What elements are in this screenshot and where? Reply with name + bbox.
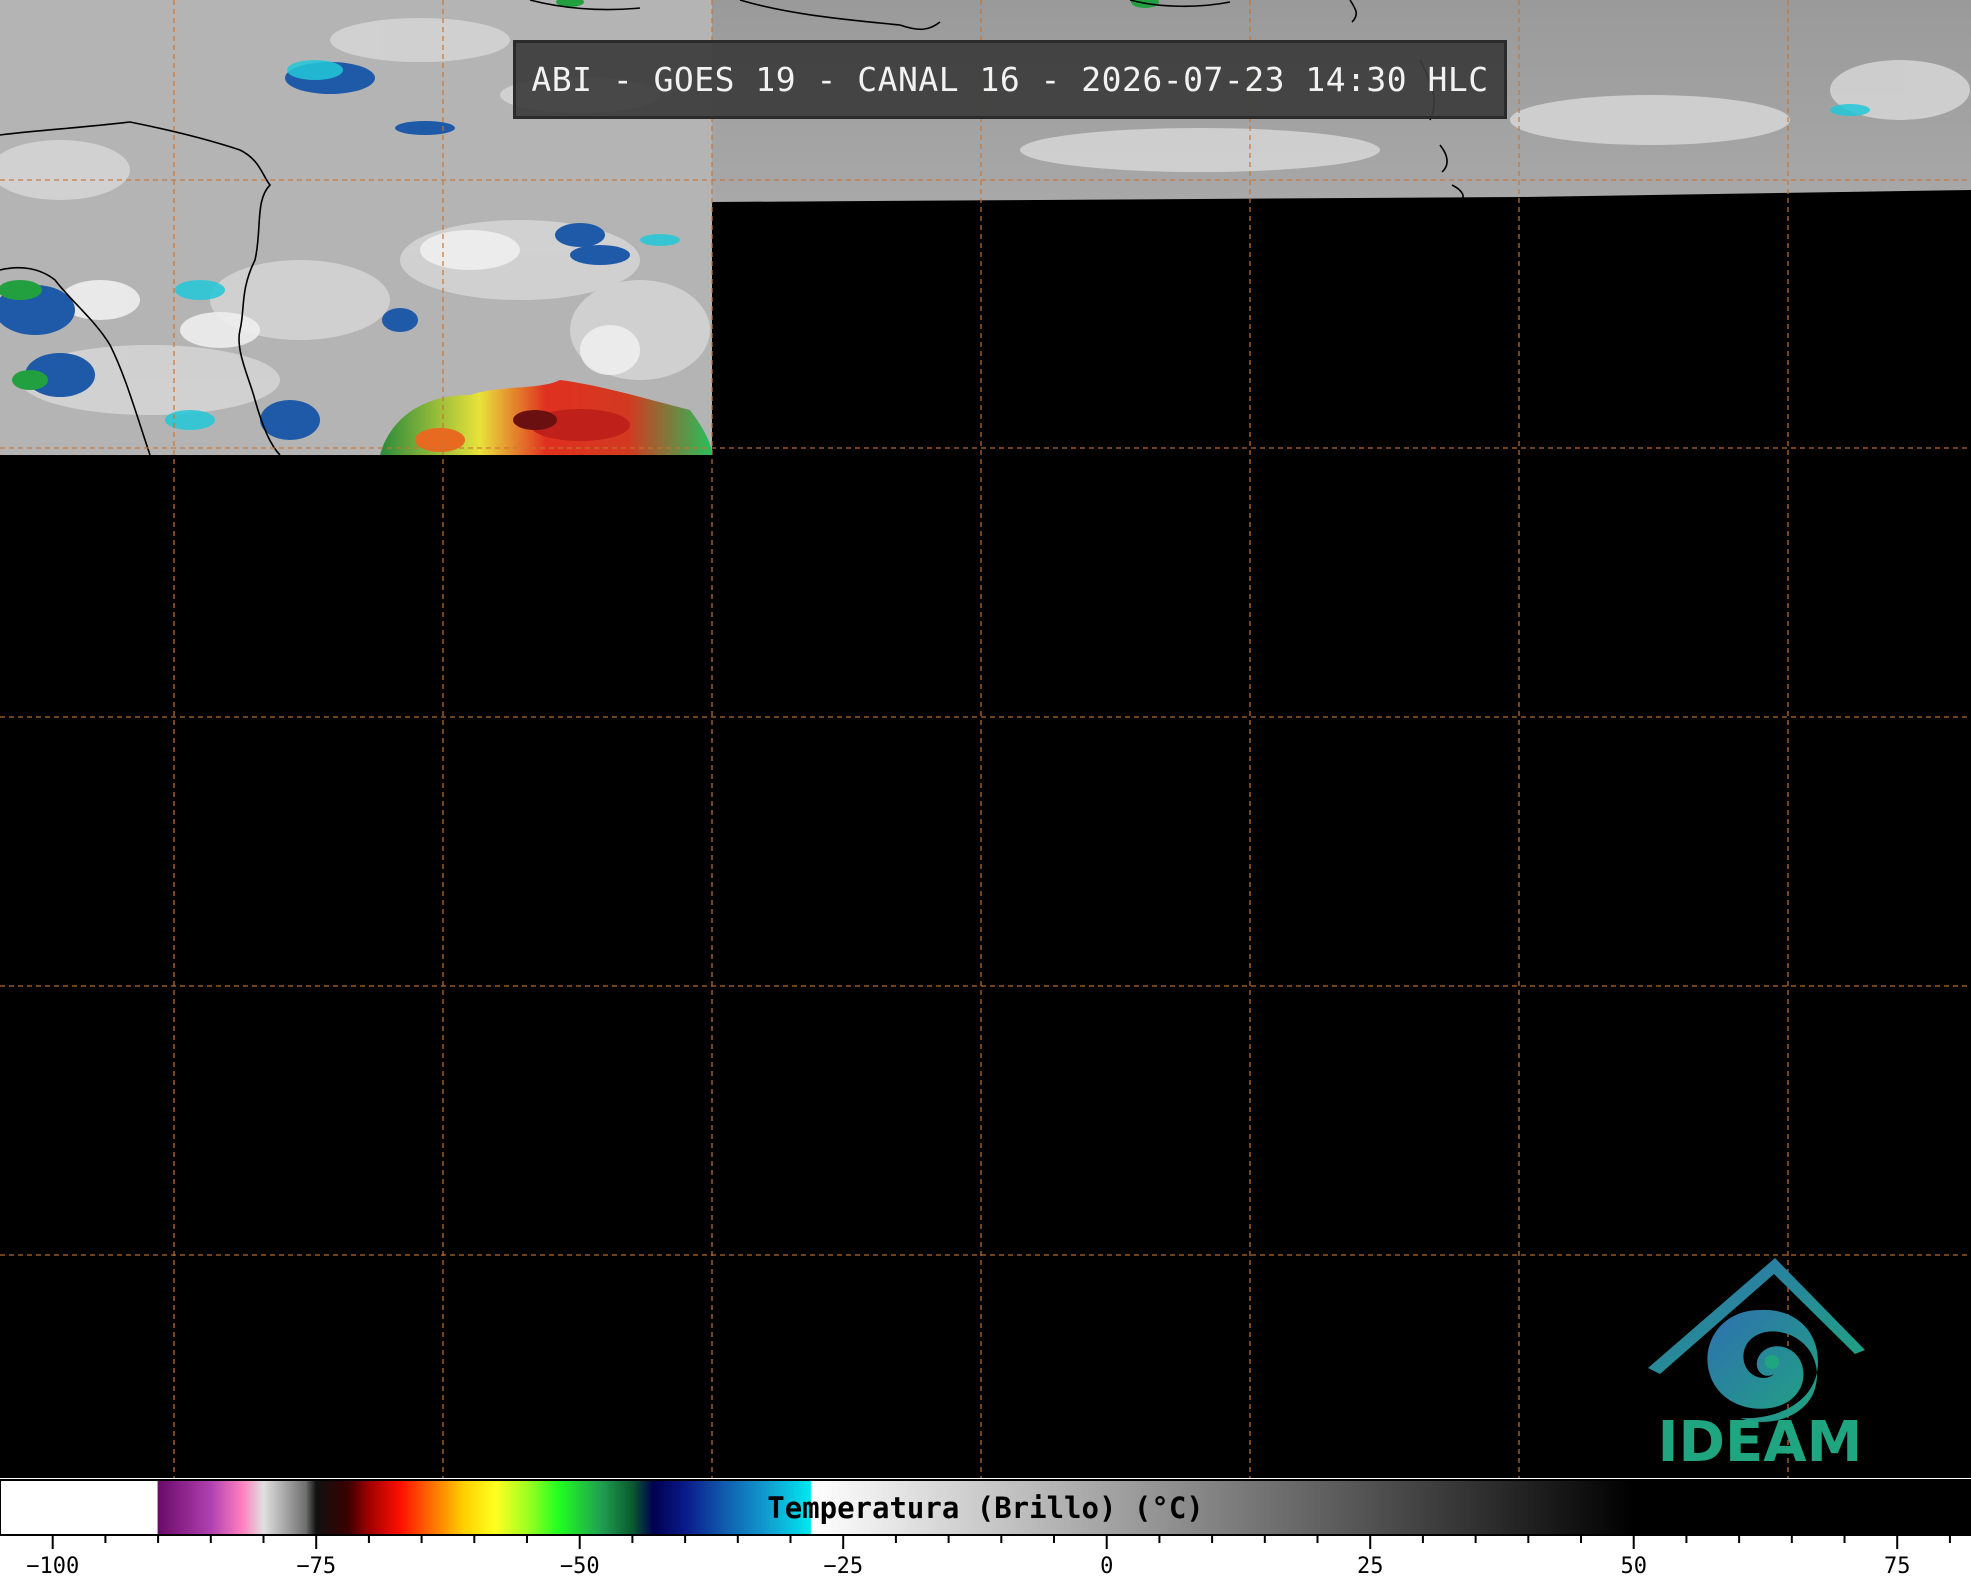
colorbar-tick-label: 0 (1100, 1554, 1113, 1577)
colorbar-tick-label: −50 (560, 1554, 600, 1577)
colorbar-tick-label: −25 (823, 1554, 863, 1577)
colorbar: −100 −75 −50 −25 0 25 50 75 (0, 1478, 1971, 1577)
colorbar-tick-label: 75 (1884, 1554, 1911, 1577)
colorbar-tick-label: −100 (26, 1554, 79, 1577)
colorbar-tick-label: 50 (1620, 1554, 1647, 1577)
colorbar-tick-label: −75 (296, 1554, 336, 1577)
ideam-logo-text: IDEAM (1657, 1410, 1863, 1475)
map-title: ABI - GOES 19 - CANAL 16 - 2026-07-23 14… (513, 40, 1507, 119)
colorbar-tick-label: 25 (1357, 1554, 1384, 1577)
colorbar-gradient (0, 1480, 1971, 1535)
